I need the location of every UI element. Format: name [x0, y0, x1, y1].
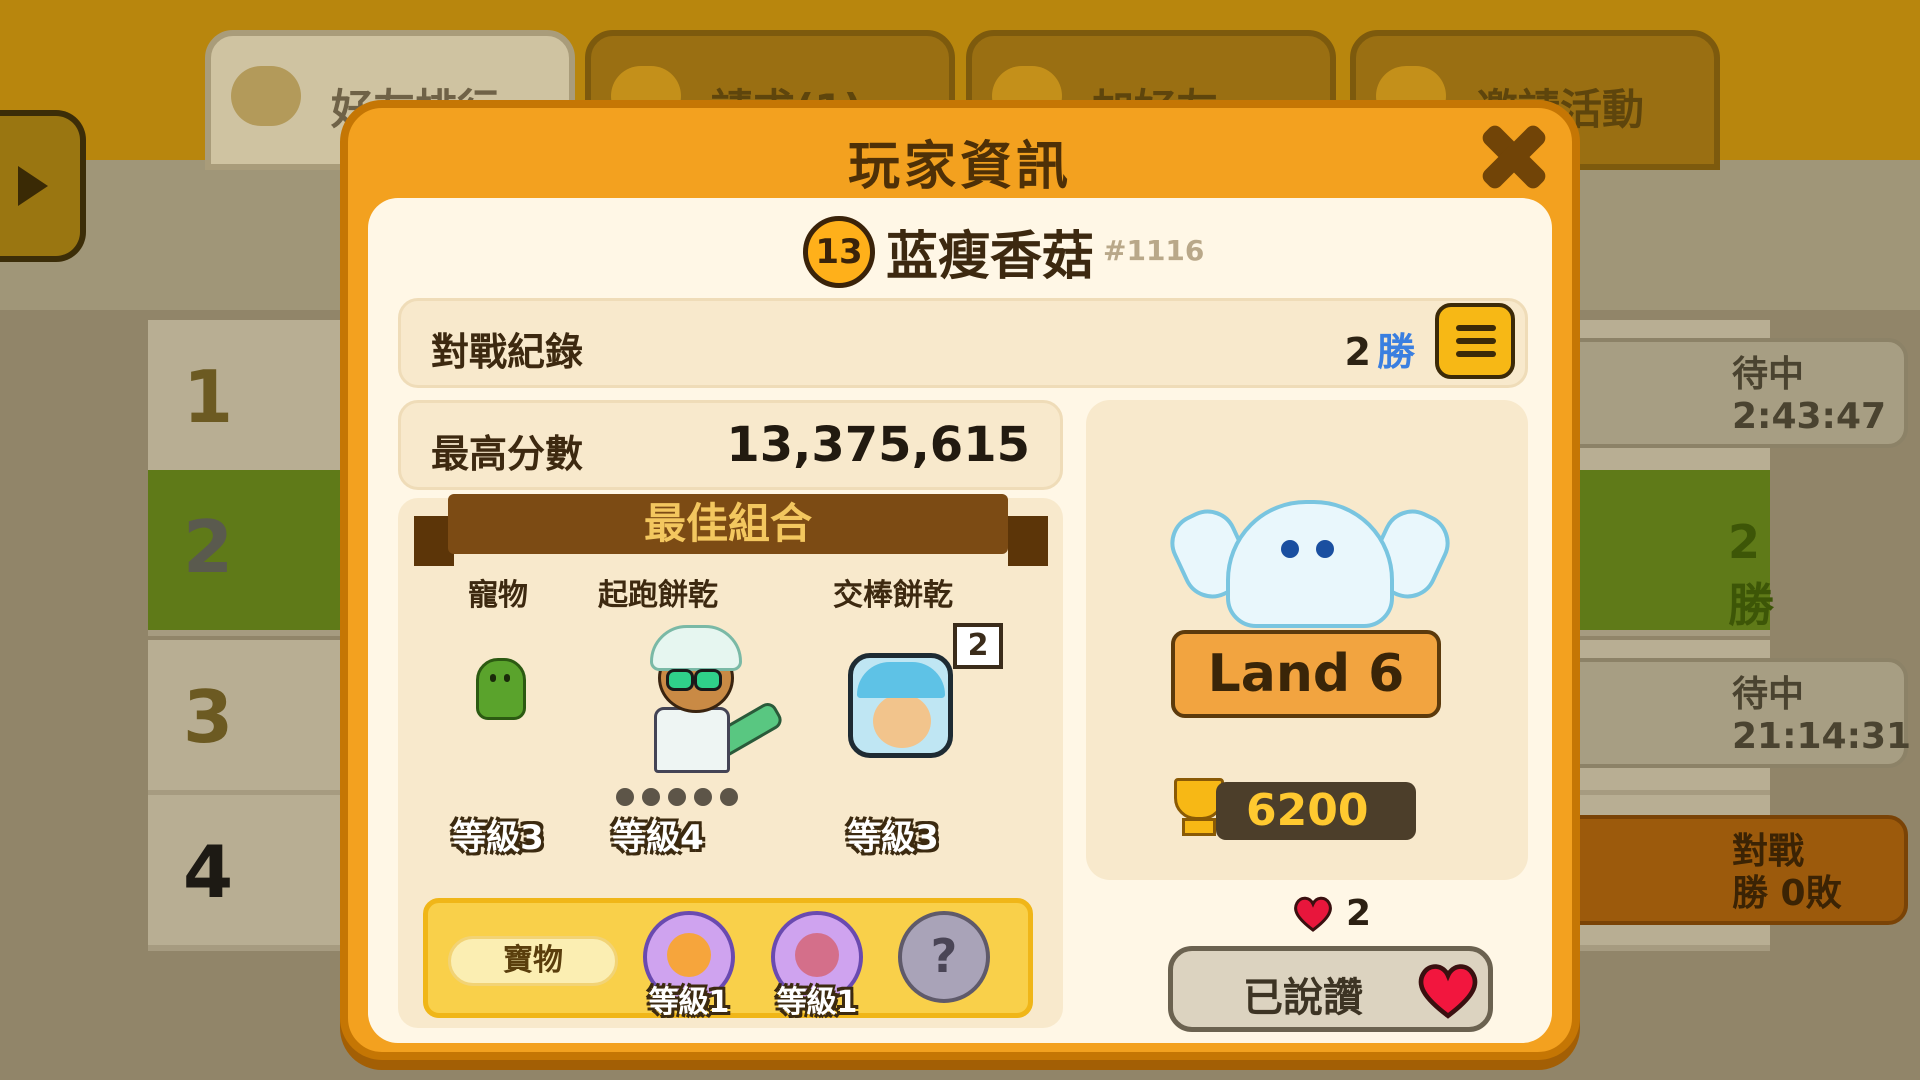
liked-button[interactable]: 已說讚: [1168, 946, 1493, 1032]
wins-number: 2: [1344, 330, 1371, 374]
best-score-row: 最高分數 13,375,615: [398, 400, 1063, 490]
treasure-slot-empty[interactable]: ?: [898, 911, 990, 1011]
upgrade-dot: [668, 788, 686, 806]
row-status: 2勝: [1728, 515, 1774, 632]
runner-cookie-label: 起跑餅乾: [598, 578, 718, 613]
pet-eye: [490, 674, 496, 682]
upgrade-dot: [694, 788, 712, 806]
record-menu-button[interactable]: [1435, 303, 1515, 379]
play-icon: [18, 166, 48, 206]
runner-cookie-image[interactable]: [638, 623, 786, 793]
menu-icon: [1456, 325, 1496, 331]
trophy-base: [1182, 818, 1216, 836]
row-status: 待中: [1732, 674, 1805, 715]
best-score-value: 13,375,615: [726, 417, 1030, 473]
dialog-panel: 13 蓝瘦香菇 #1116 對戰紀錄 2勝 最高分數 13,375,615 最佳…: [368, 198, 1552, 1043]
treasure-slot[interactable]: 等級1: [771, 911, 863, 1020]
relay-cap: [857, 662, 945, 698]
row-status-box[interactable]: 待中 2:43:47: [1548, 338, 1908, 448]
treasure-level: 等級1: [648, 985, 730, 1020]
pet-eye: [504, 674, 510, 682]
yeti-body: [1226, 500, 1394, 628]
trophy-count: 6200: [1216, 782, 1416, 840]
yeti-eye: [1316, 540, 1334, 558]
row-timer: 2:43:47: [1732, 396, 1887, 437]
upgrade-dot: [616, 788, 634, 806]
player-tag: #1116: [1103, 234, 1205, 267]
runner-level: 等級4: [612, 818, 704, 858]
pet-level: 等級3: [452, 818, 544, 858]
battle-label: 對戰: [1732, 831, 1805, 872]
rank-number: 1: [183, 355, 234, 439]
runner-coat: [654, 707, 730, 773]
question-icon: ?: [930, 929, 958, 983]
battle-record-row: 對戰紀錄 2勝: [398, 298, 1528, 388]
pet-image[interactable]: [466, 658, 526, 728]
relay-cookie-label: 交棒餅乾: [833, 578, 953, 613]
rank-number: 4: [183, 830, 234, 914]
liked-label: 已說讚: [1243, 975, 1363, 1021]
row-status: 待中: [1732, 354, 1805, 395]
relay-cookie-image[interactable]: [848, 653, 953, 758]
wins-count: 2勝: [1345, 321, 1415, 376]
relay-level: 等級3: [847, 818, 939, 858]
treasure-level: 等級1: [776, 985, 858, 1020]
friends-icon: [231, 66, 301, 126]
wins-unit: 勝: [1376, 330, 1415, 374]
close-icon[interactable]: [1474, 116, 1554, 196]
treasure-bar: 寶物 等級1 等級1 ?: [423, 898, 1033, 1020]
player-info-dialog: 玩家資訊 13 蓝瘦香菇 #1116 對戰紀錄 2勝 最高分數 13,375,6…: [340, 100, 1580, 1060]
battle-button[interactable]: 對戰 勝 0敗: [1548, 815, 1908, 925]
menu-icon-line: [1456, 351, 1496, 357]
menu-icon-line: [1456, 338, 1496, 344]
cupcake-treasure-icon: [795, 933, 839, 977]
rank-number: 2: [183, 505, 234, 589]
upgrade-dot: [720, 788, 738, 806]
side-play-button[interactable]: [0, 110, 86, 262]
ice-cream-treasure-icon: [667, 933, 711, 977]
goggle-icon: [694, 669, 722, 691]
upgrade-dot: [642, 788, 660, 806]
best-combo-section: 最佳組合 寵物 起跑餅乾 交棒餅乾 2 等級3 等級4 等級3 寶物 等級1 等…: [398, 494, 1063, 1028]
best-score-label: 最高分數: [431, 432, 584, 476]
dialog-title: 玩家資訊: [847, 137, 1072, 197]
best-combo-title: 最佳組合: [448, 494, 1008, 554]
player-name: 蓝瘦香菇: [886, 227, 1095, 287]
ribbon-right: [1008, 516, 1048, 566]
battle-record-label: 對戰紀錄: [431, 330, 584, 374]
runner-hair: [650, 625, 742, 671]
row-status-box[interactable]: 待中 21:14:31: [1548, 658, 1912, 768]
land-label: Land 6: [1171, 630, 1441, 718]
pet-label: 寵物: [468, 578, 528, 613]
row-timer: 21:14:31: [1732, 716, 1912, 757]
like-count: 2: [1346, 893, 1372, 934]
heart-icon: [1417, 963, 1479, 1019]
runner-upgrade-dots: [616, 788, 746, 810]
yeti-mascot-image: [1160, 490, 1460, 630]
battle-record: 勝 0敗: [1732, 873, 1842, 914]
land-card: Land 6 6200: [1086, 400, 1528, 880]
yeti-eye: [1281, 540, 1299, 558]
treasure-button[interactable]: 寶物: [448, 936, 618, 986]
heart-icon: [1293, 896, 1333, 932]
rank-number: 3: [183, 675, 234, 759]
player-level-badge: 13: [803, 216, 875, 288]
relay-face: [873, 694, 931, 748]
pet-body: [476, 658, 526, 720]
goggle-icon: [666, 669, 694, 691]
treasure-slot[interactable]: 等級1: [643, 911, 735, 1020]
relay-rank-flag: 2: [953, 623, 1003, 669]
